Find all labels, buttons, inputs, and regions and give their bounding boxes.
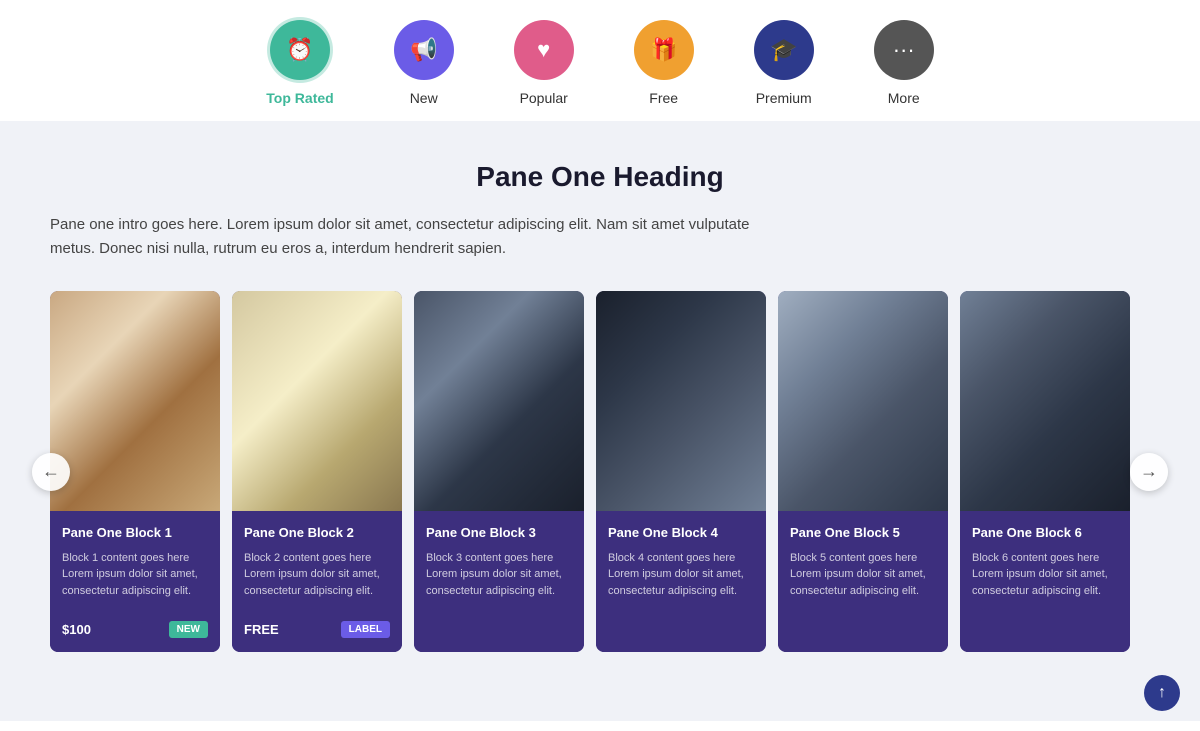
card-title-block-2: Pane One Block 2 (244, 525, 390, 542)
card-block-2[interactable]: Pane One Block 2 Block 2 content goes her… (232, 291, 402, 652)
nav-label-premium: Premium (756, 90, 812, 106)
new-icon: 📢 (394, 20, 454, 80)
free-icon: 🎁 (634, 20, 694, 80)
card-image-block-2 (232, 291, 402, 511)
top-nav: ⏰ Top Rated 📢 New ♥ Popular 🎁 Free 🎓 Premium ··· Mo… (0, 0, 1200, 121)
card-body-block-1: Pane One Block 1 Block 1 content goes her… (50, 511, 220, 611)
nav-item-popular[interactable]: ♥ Popular (514, 20, 574, 106)
nav-item-new[interactable]: 📢 New (394, 20, 454, 106)
card-image-block-5 (778, 291, 948, 511)
card-body-block-5: Pane One Block 5 Block 5 content goes her… (778, 511, 948, 652)
card-text-block-3: Block 3 content goes here Lorem ipsum do… (426, 550, 572, 600)
more-icon: ··· (874, 20, 934, 80)
nav-label-popular: Popular (520, 90, 568, 106)
card-text-block-2: Block 2 content goes here Lorem ipsum do… (244, 550, 390, 600)
card-text-block-4: Block 4 content goes here Lorem ipsum do… (608, 550, 754, 600)
card-image-block-4 (596, 291, 766, 511)
card-block-3[interactable]: Pane One Block 3 Block 3 content goes her… (414, 291, 584, 652)
nav-label-free: Free (649, 90, 678, 106)
card-image-block-1 (50, 291, 220, 511)
nav-label-new: New (410, 90, 438, 106)
card-text-block-5: Block 5 content goes here Lorem ipsum do… (790, 550, 936, 600)
premium-icon: 🎓 (754, 20, 814, 80)
nav-item-free[interactable]: 🎁 Free (634, 20, 694, 106)
card-badge-block-2: Label (341, 621, 390, 638)
card-block-1[interactable]: Pane One Block 1 Block 1 content goes her… (50, 291, 220, 652)
cards-wrapper: ← Pane One Block 1Block 1 content goes h… (50, 291, 1150, 652)
card-body-block-3: Pane One Block 3 Block 3 content goes her… (414, 511, 584, 652)
cards-container: Pane One Block 1 Block 1 content goes her… (50, 291, 1150, 652)
card-text-block-6: Block 6 content goes here Lorem ipsum do… (972, 550, 1118, 600)
card-text-block-1: Block 1 content goes here Lorem ipsum do… (62, 550, 208, 600)
card-badge-block-1: NEW (169, 621, 208, 638)
card-body-block-2: Pane One Block 2 Block 2 content goes her… (232, 511, 402, 611)
card-title-block-5: Pane One Block 5 (790, 525, 936, 542)
next-arrow[interactable]: → (1130, 453, 1168, 491)
card-block-4[interactable]: Pane One Block 4 Block 4 content goes her… (596, 291, 766, 652)
card-footer-block-2: FREE Label (232, 611, 402, 652)
nav-label-more: More (888, 90, 920, 106)
card-body-block-6: Pane One Block 6 Block 6 content goes her… (960, 511, 1130, 652)
card-image-block-3 (414, 291, 584, 511)
card-footer-block-1: $100 NEW (50, 611, 220, 652)
card-title-block-1: Pane One Block 1 (62, 525, 208, 542)
card-title-block-6: Pane One Block 6 (972, 525, 1118, 542)
card-body-block-4: Pane One Block 4 Block 4 content goes her… (596, 511, 766, 652)
pane-intro: Pane one intro goes here. Lorem ipsum do… (50, 213, 750, 261)
card-block-5[interactable]: Pane One Block 5 Block 5 content goes her… (778, 291, 948, 652)
nav-label-top-rated: Top Rated (266, 90, 333, 106)
nav-item-more[interactable]: ··· More (874, 20, 934, 106)
card-image-block-6 (960, 291, 1130, 511)
nav-item-top-rated[interactable]: ⏰ Top Rated (266, 20, 333, 106)
nav-item-premium[interactable]: 🎓 Premium (754, 20, 814, 106)
card-title-block-4: Pane One Block 4 (608, 525, 754, 542)
top-rated-icon: ⏰ (270, 20, 330, 80)
prev-arrow[interactable]: ← (32, 453, 70, 491)
card-price-block-2: FREE (244, 622, 279, 637)
pane-heading: Pane One Heading (50, 161, 1150, 193)
card-price-block-1: $100 (62, 622, 91, 637)
main-content: Pane One Heading Pane one intro goes her… (0, 121, 1200, 721)
card-block-6[interactable]: Pane One Block 6 Block 6 content goes her… (960, 291, 1130, 652)
popular-icon: ♥ (514, 20, 574, 80)
card-title-block-3: Pane One Block 3 (426, 525, 572, 542)
scroll-to-top-button[interactable]: ↑ (1144, 675, 1180, 711)
